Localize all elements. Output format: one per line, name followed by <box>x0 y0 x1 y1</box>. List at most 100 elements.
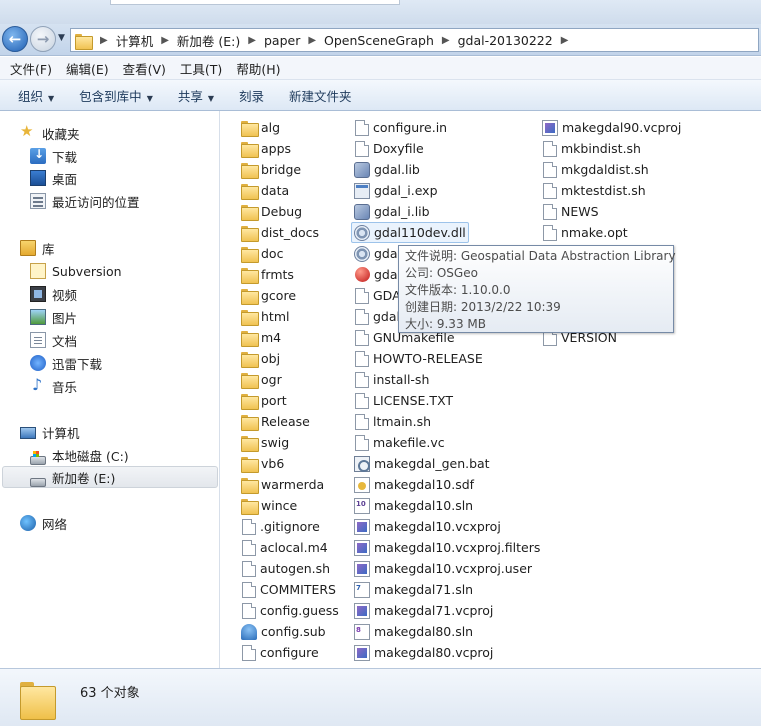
file-item-gdal-lib[interactable]: gdal.lib <box>354 159 420 180</box>
breadcrumb-gdal[interactable]: gdal-20130222 <box>455 33 556 48</box>
file-item-gdal-file-1[interactable]: gdal <box>354 243 401 264</box>
file-item-makegdal80-sln[interactable]: makegdal80.sln <box>354 621 473 642</box>
file-item-wince[interactable]: wince <box>241 495 297 516</box>
new-folder-button[interactable]: 新建文件夹 <box>281 86 360 105</box>
file-item-gdal-i-lib[interactable]: gdal_i.lib <box>354 201 430 222</box>
file-item-swig[interactable]: swig <box>241 432 289 453</box>
menu-tools[interactable]: 工具(T) <box>173 59 229 78</box>
file-item-mkgdaldist-sh[interactable]: mkgdaldist.sh <box>542 159 649 180</box>
folder-icon <box>241 372 259 389</box>
menu-file[interactable]: 文件(F) <box>3 59 59 78</box>
sidebar-item-subversion[interactable]: Subversion <box>30 260 122 282</box>
sidebar-item-music[interactable]: 音乐 <box>30 375 77 397</box>
file-item-mktestdist-sh[interactable]: mktestdist.sh <box>542 180 646 201</box>
file-item-warmerda[interactable]: warmerda <box>241 474 324 495</box>
file-item-makegdal90-vcproj[interactable]: makegdal90.vcproj <box>542 117 681 138</box>
file-item-ogr[interactable]: ogr <box>241 369 282 390</box>
sidebar-item-favorites[interactable]: 收藏夹 <box>20 122 80 144</box>
file-item-configure[interactable]: configure <box>241 642 319 663</box>
file-name: doc <box>261 246 284 261</box>
breadcrumb-openscenegraph[interactable]: OpenSceneGraph <box>321 33 437 48</box>
organize-button[interactable]: 组织 ▼ <box>10 86 62 105</box>
folder-icon <box>241 309 259 326</box>
file-item-debug[interactable]: Debug <box>241 201 302 222</box>
file-item-gitignore[interactable]: .gitignore <box>241 516 320 537</box>
file-item-makegdal10-vcxproj-filters[interactable]: makegdal10.vcxproj.filters <box>354 537 540 558</box>
file-item-gdal-file-4[interactable]: gdal <box>354 306 400 327</box>
file-item-makegdal10-sln[interactable]: makegdal10.sln <box>354 495 473 516</box>
file-item-apps[interactable]: apps <box>241 138 291 159</box>
file-item-mkbindist-sh[interactable]: mkbindist.sh <box>542 138 641 159</box>
file-item-data[interactable]: data <box>241 180 289 201</box>
sidebar-item-computer[interactable]: 计算机 <box>20 421 80 443</box>
file-item-news[interactable]: NEWS <box>542 201 599 222</box>
menu-view[interactable]: 查看(V) <box>116 59 173 78</box>
file-item-makegdal10-vcxproj[interactable]: makegdal10.vcxproj <box>354 516 501 537</box>
back-button[interactable]: ← <box>2 26 28 52</box>
share-button[interactable]: 共享 ▼ <box>170 86 222 105</box>
file-item-makegdal71-sln[interactable]: makegdal71.sln <box>354 579 473 600</box>
sidebar-item-pictures[interactable]: 图片 <box>30 306 77 328</box>
file-item-obj[interactable]: obj <box>241 348 280 369</box>
chevron-right-icon[interactable]: ▶ <box>556 35 574 46</box>
breadcrumb-paper[interactable]: paper <box>261 33 303 48</box>
file-item-config-sub[interactable]: config.sub <box>241 621 326 642</box>
sidebar-item-desktop[interactable]: 桌面 <box>30 167 77 189</box>
chevron-right-icon[interactable]: ▶ <box>95 35 113 46</box>
file-item-makegdal-gen-bat[interactable]: makegdal_gen.bat <box>354 453 490 474</box>
chevron-right-icon[interactable]: ▶ <box>243 35 261 46</box>
file-item-install-sh[interactable]: install-sh <box>354 369 429 390</box>
file-item-m4[interactable]: m4 <box>241 327 281 348</box>
file-item-release[interactable]: Release <box>241 411 310 432</box>
file-item-doc[interactable]: doc <box>241 243 283 264</box>
file-item-license-txt[interactable]: LICENSE.TXT <box>354 390 453 411</box>
sidebar-item-network[interactable]: 网络 <box>20 512 67 534</box>
sidebar-item-documents[interactable]: 文档 <box>30 329 77 351</box>
chevron-right-icon[interactable]: ▶ <box>156 35 174 46</box>
sidebar-item-drive-e[interactable]: 新加卷 (E:) <box>2 466 218 488</box>
file-item-gdal-i-exp[interactable]: gdal_i.exp <box>354 180 438 201</box>
file-item-makegdal71-vcproj[interactable]: makegdal71.vcproj <box>354 600 493 621</box>
recent-pages-dropdown-icon[interactable]: ▼ <box>58 33 65 43</box>
file-item-frmts[interactable]: frmts <box>241 264 294 285</box>
file-item-nmake-opt[interactable]: nmake.opt <box>542 222 628 243</box>
file-item-makegdal10-sdf[interactable]: makegdal10.sdf <box>354 474 474 495</box>
file-item-html[interactable]: html <box>241 306 289 327</box>
sidebar-item-xunlei[interactable]: 迅雷下载 <box>30 352 102 374</box>
sidebar-item-recent[interactable]: 最近访问的位置 <box>30 190 140 212</box>
chevron-right-icon[interactable]: ▶ <box>437 35 455 46</box>
file-item-aclocal-m4[interactable]: aclocal.m4 <box>241 537 328 558</box>
file-item-gcore[interactable]: gcore <box>241 285 296 306</box>
forward-button[interactable]: → <box>30 26 56 52</box>
burn-button[interactable]: 刻录 <box>231 86 272 105</box>
chevron-right-icon[interactable]: ▶ <box>303 35 321 46</box>
menu-edit[interactable]: 编辑(E) <box>59 59 116 78</box>
file-item-makegdal10-vcxproj-user[interactable]: makegdal10.vcxproj.user <box>354 558 532 579</box>
menu-help[interactable]: 帮助(H) <box>229 59 287 78</box>
file-name: gdal <box>374 267 402 282</box>
file-item-autogen-sh[interactable]: autogen.sh <box>241 558 330 579</box>
sidebar-item-videos[interactable]: 视频 <box>30 283 77 305</box>
file-item-port[interactable]: port <box>241 390 287 411</box>
file-item-gdal110dev-dll[interactable]: gdal110dev.dll <box>351 222 469 243</box>
file-item-ltmain-sh[interactable]: ltmain.sh <box>354 411 431 432</box>
breadcrumb-computer[interactable]: 计算机 <box>113 31 157 50</box>
address-bar[interactable]: ▶ 计算机 ▶ 新加卷 (E:) ▶ paper ▶ OpenSceneGrap… <box>70 28 759 52</box>
include-library-button[interactable]: 包含到库中 ▼ <box>71 86 161 105</box>
breadcrumb-drive-e[interactable]: 新加卷 (E:) <box>174 31 243 50</box>
file-item-alg[interactable]: alg <box>241 117 280 138</box>
file-item-configure-in[interactable]: configure.in <box>354 117 447 138</box>
file-item-commiters[interactable]: COMMITERS <box>241 579 336 600</box>
file-item-gdal-file-2[interactable]: gdal <box>354 264 401 285</box>
file-item-makefile-vc[interactable]: makefile.vc <box>354 432 445 453</box>
sidebar-item-downloads[interactable]: 下载 <box>30 145 77 167</box>
file-item-dist-docs[interactable]: dist_docs <box>241 222 319 243</box>
file-item-doxyfile[interactable]: Doxyfile <box>354 138 424 159</box>
file-item-howto-release[interactable]: HOWTO-RELEASE <box>354 348 483 369</box>
sidebar-item-drive-c[interactable]: 本地磁盘 (C:) <box>30 444 129 466</box>
file-item-makegdal80-vcproj[interactable]: makegdal80.vcproj <box>354 642 493 663</box>
sidebar-item-libraries[interactable]: 库 <box>20 237 55 259</box>
file-item-bridge[interactable]: bridge <box>241 159 301 180</box>
file-item-vb6[interactable]: vb6 <box>241 453 284 474</box>
file-item-config-guess[interactable]: config.guess <box>241 600 339 621</box>
